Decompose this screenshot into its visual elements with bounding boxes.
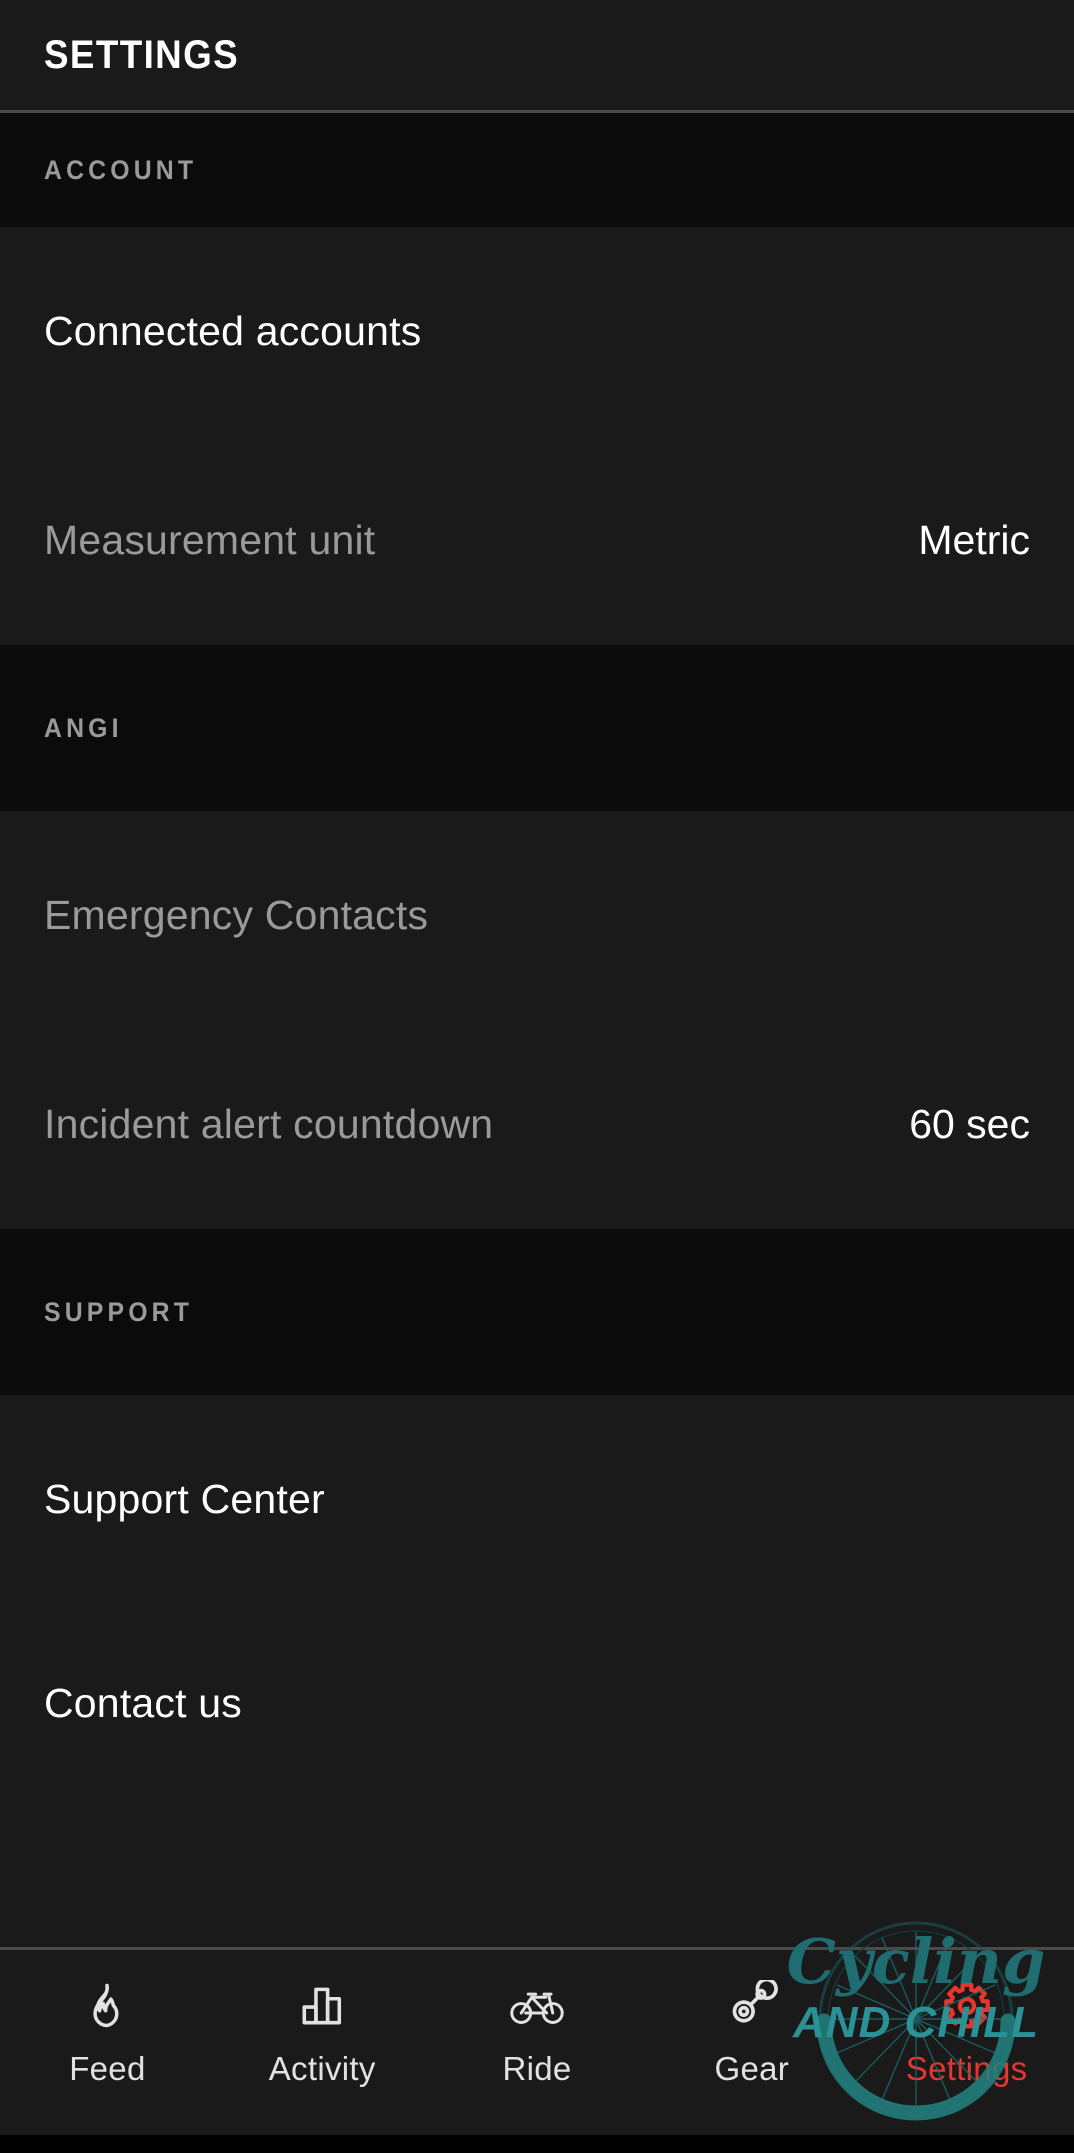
chain-link-icon <box>724 1978 780 2034</box>
setting-row-value: Metric <box>918 517 1030 563</box>
settings-list: ACCOUNT Connected accounts Measurement u… <box>0 113 1074 1947</box>
section-rows-angi: Emergency Contacts Incident alert countd… <box>0 811 1074 1229</box>
setting-row-label: Measurement unit <box>44 517 376 563</box>
bar-chart-icon <box>294 1978 350 2034</box>
setting-row-connected-accounts[interactable]: Connected accounts <box>0 227 1074 436</box>
tab-label: Gear <box>714 2050 790 2087</box>
setting-row-label: Emergency Contacts <box>44 892 429 938</box>
setting-row-label: Contact us <box>44 1679 242 1726</box>
tab-label: Ride <box>502 2050 572 2087</box>
setting-row-support-center[interactable]: Support Center <box>0 1395 1074 1604</box>
setting-row-contact-us[interactable]: Contact us <box>0 1604 1074 1802</box>
tab-activity[interactable]: Activity <box>215 1950 430 2088</box>
setting-row-incident-alert-countdown[interactable]: Incident alert countdown 60 sec <box>0 1020 1074 1229</box>
setting-row-measurement-unit[interactable]: Measurement unit Metric <box>0 436 1074 645</box>
section-label: ANGI <box>44 712 123 743</box>
tab-ride[interactable]: Ride <box>430 1950 645 2088</box>
tab-label: Settings <box>905 2050 1028 2087</box>
tab-gear[interactable]: Gear <box>644 1950 859 2088</box>
tab-feed[interactable]: Feed <box>0 1950 215 2088</box>
tab-settings[interactable]: Settings <box>859 1950 1074 2088</box>
setting-row-label: Connected accounts <box>44 308 422 354</box>
setting-row-emergency-contacts[interactable]: Emergency Contacts <box>0 811 1074 1020</box>
gear-icon <box>939 1978 995 2034</box>
page-title: SETTINGS <box>44 32 240 77</box>
setting-row-label: Incident alert countdown <box>44 1101 494 1147</box>
bicycle-icon <box>509 1978 565 2034</box>
section-header-support: SUPPORT <box>0 1229 1074 1395</box>
section-label: ACCOUNT <box>44 154 198 185</box>
tab-label: Activity <box>268 2050 376 2087</box>
section-label: SUPPORT <box>44 1296 194 1327</box>
section-rows-account: Connected accounts Measurement unit Metr… <box>0 227 1074 645</box>
setting-row-value: 60 sec <box>909 1101 1030 1147</box>
tab-label: Feed <box>69 2050 146 2087</box>
bottom-tab-bar: Feed Activity Ride Gear Settings <box>0 1947 1074 2153</box>
section-rows-support: Support Center Contact us <box>0 1395 1074 1802</box>
settings-screen: SETTINGS ACCOUNT Connected accounts Meas… <box>0 0 1074 2153</box>
setting-row-label: Support Center <box>44 1476 325 1522</box>
home-indicator-strip <box>0 2135 1074 2153</box>
app-header: SETTINGS <box>0 0 1074 113</box>
section-header-angi: ANGI <box>0 645 1074 811</box>
section-header-account: ACCOUNT <box>0 113 1074 227</box>
flame-icon <box>79 1978 135 2034</box>
